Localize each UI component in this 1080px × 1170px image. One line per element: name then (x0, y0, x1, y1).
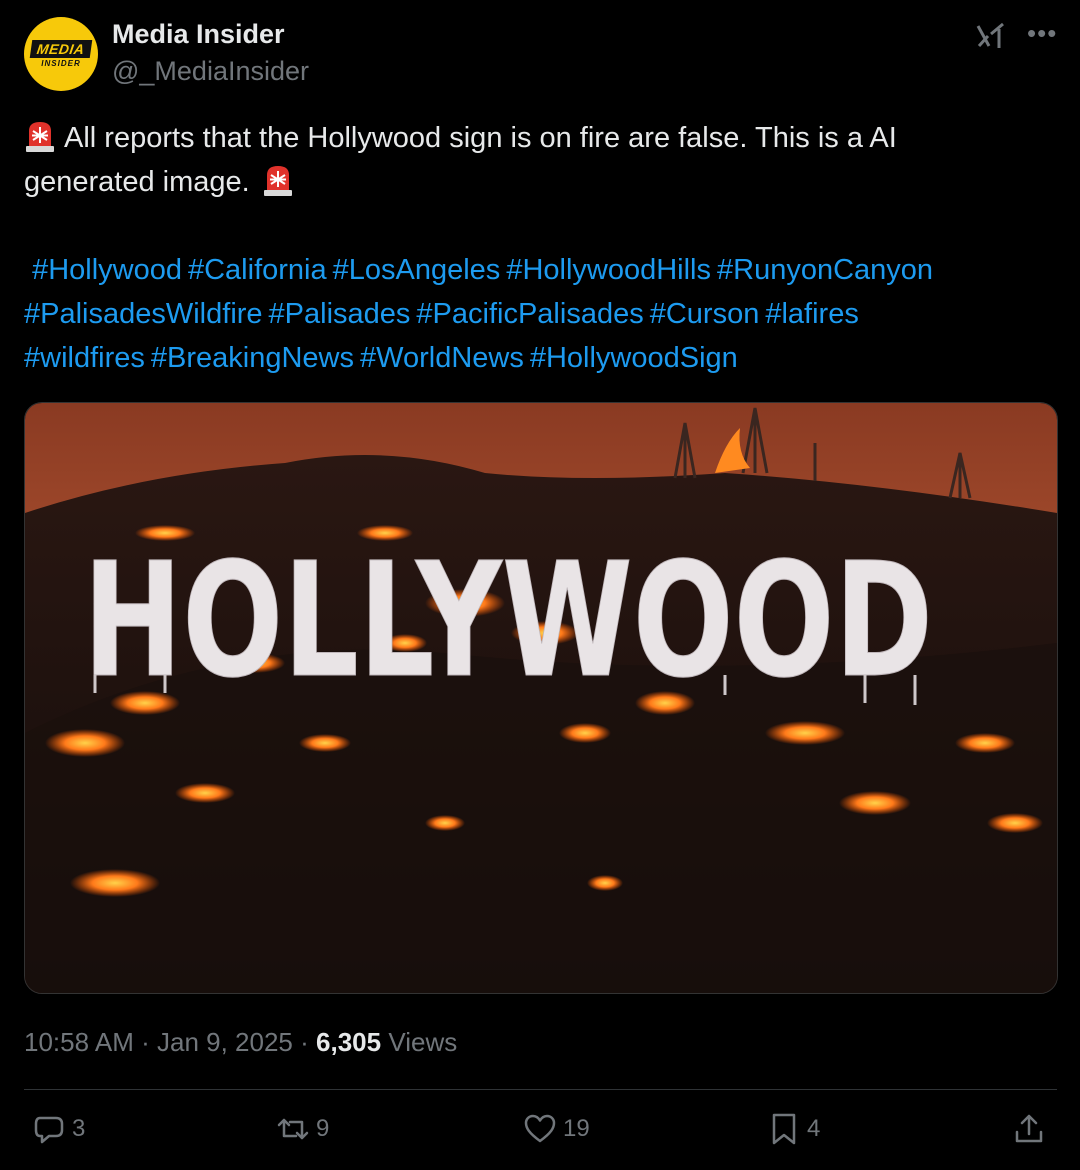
hashtags: #Hollywood #California #LosAngeles #Hollywo… (24, 248, 1064, 380)
like-count: 19 (563, 1115, 590, 1142)
grok-icon[interactable] (975, 22, 1007, 50)
heart-icon (524, 1114, 556, 1143)
hashtag-link[interactable]: #Hollywood (32, 254, 182, 286)
views-count: 6,305 (316, 1027, 382, 1057)
post-date[interactable]: Jan 9, 2025 (157, 1027, 293, 1057)
hashtag-link[interactable]: #RunyonCanyon (717, 254, 933, 286)
avatar[interactable]: MEDIA INSIDER (24, 17, 98, 91)
author-handle[interactable]: @_MediaInsider (112, 56, 309, 87)
hollywood-sign-fire-image: HOLLYWOOD (25, 403, 1057, 993)
police-light-emoji (26, 122, 54, 152)
post-meta: 10:58 AM · Jan 9, 2025 · 6,305 Views (24, 1027, 457, 1058)
hashtag-line-2: #PalisadesWildfire #Palisades #PacificPali… (24, 292, 1064, 336)
hashtag-link[interactable]: #PacificPalisades (416, 298, 643, 330)
reply-count: 3 (72, 1115, 86, 1142)
author-name[interactable]: Media Insider (112, 19, 285, 50)
hashtag-link[interactable]: #BreakingNews (151, 342, 354, 374)
post-time[interactable]: 10:58 AM (24, 1027, 134, 1057)
hashtag-line-1: #Hollywood #California #LosAngeles #Hollywo… (24, 248, 1064, 292)
meta-separator: · (141, 1027, 150, 1057)
divider (24, 1089, 1057, 1090)
post-text-line-1-label: All reports that the Hollywood sign is o… (64, 122, 897, 154)
avatar-logo-bottom: INSIDER (41, 59, 81, 68)
post-text-line-2: generated image. (24, 160, 1059, 204)
hashtag-link[interactable]: #HollywoodSign (530, 342, 738, 374)
like-button[interactable]: 19 (523, 1112, 590, 1146)
post-text-line-2-label: generated image. (24, 166, 250, 198)
share-icon (1015, 1114, 1043, 1143)
meta-separator: · (300, 1027, 309, 1057)
hashtag-link[interactable]: #LosAngeles (333, 254, 501, 286)
bookmark-button[interactable]: 4 (767, 1112, 820, 1146)
hashtag-link[interactable]: #lafires (765, 298, 859, 330)
more-icon[interactable]: ••• (1027, 18, 1057, 49)
hashtag-link[interactable]: #HollywoodHills (506, 254, 711, 286)
repost-button[interactable]: 9 (276, 1112, 329, 1146)
repost-icon (277, 1118, 309, 1140)
hashtag-link[interactable]: #Palisades (269, 298, 411, 330)
post-text: All reports that the Hollywood sign is o… (24, 116, 1059, 204)
hashtag-line-3: #wildfires #BreakingNews #WorldNews #Hollyw… (24, 336, 1064, 380)
hashtag-link[interactable]: #WorldNews (360, 342, 524, 374)
police-light-emoji (263, 166, 292, 196)
hashtag-link[interactable]: #California (188, 254, 327, 286)
post-text-line-1: All reports that the Hollywood sign is o… (24, 116, 1059, 160)
image-sign-text: HOLLYWOOD (83, 529, 933, 713)
repost-count: 9 (316, 1115, 330, 1142)
bookmark-icon (772, 1113, 796, 1145)
reply-icon (34, 1116, 64, 1144)
views-label: Views (388, 1027, 458, 1057)
hashtag-link[interactable]: #wildfires (24, 342, 145, 374)
bookmark-count: 4 (807, 1115, 821, 1142)
hashtag-link[interactable]: #PalisadesWildfire (24, 298, 263, 330)
action-bar: 3 9 19 4 (0, 1112, 1080, 1156)
post-image[interactable]: HOLLYWOOD (24, 402, 1058, 994)
avatar-logo-top: MEDIA (29, 40, 93, 58)
share-button[interactable] (1012, 1112, 1052, 1146)
reply-button[interactable]: 3 (32, 1112, 85, 1146)
hashtag-link[interactable]: #Curson (650, 298, 760, 330)
